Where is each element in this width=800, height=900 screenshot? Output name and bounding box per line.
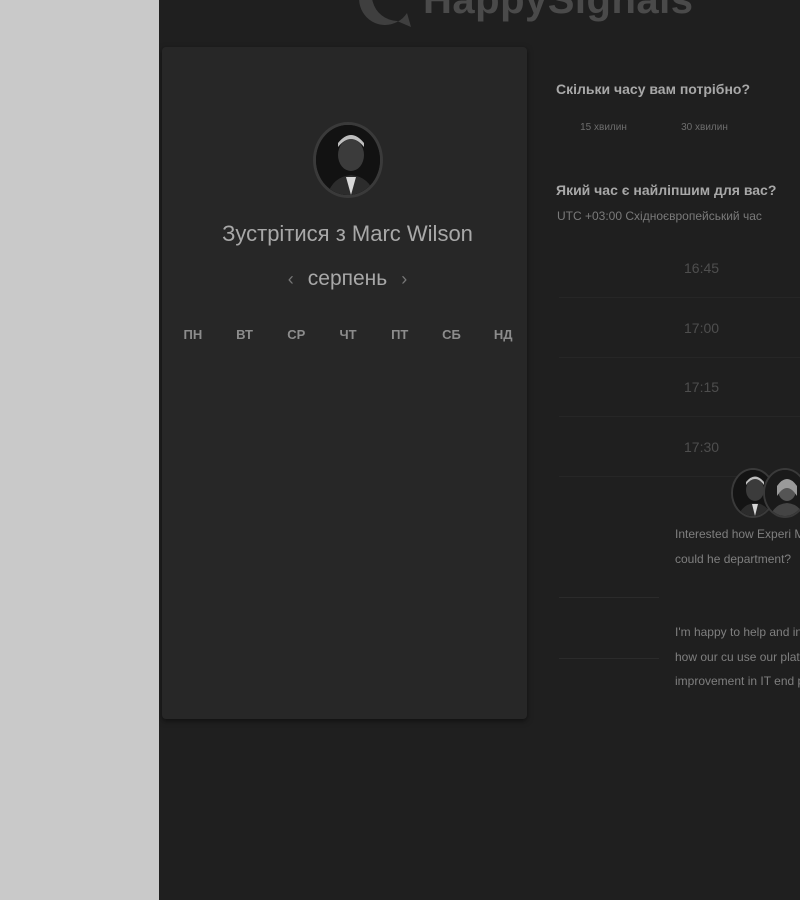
weekday-tue: ВТ <box>236 327 253 342</box>
time-slot-label: 16:45 <box>684 259 720 276</box>
timezone-label[interactable]: UTC +03:00 Східноєвропейський час <box>557 209 762 223</box>
weekday-sun: НД <box>493 327 513 342</box>
scheduler-card: Зустрітися з Marc Wilson ‹ серпень › ПН … <box>162 47 527 719</box>
prev-month-icon[interactable]: ‹ <box>288 269 294 290</box>
duration-options: 15 хвилин 30 хвилин 1 г <box>553 122 800 133</box>
time-slot[interactable]: 17:00 <box>559 298 800 358</box>
weekday-sat: СБ <box>442 327 461 342</box>
chat-avatars <box>731 468 800 518</box>
happysignals-logo-icon <box>355 0 413 29</box>
weekday-wed: СР <box>287 327 306 342</box>
month-navigator: ‹ серпень › <box>162 267 533 291</box>
duration-30-button[interactable]: 30 хвилин <box>654 122 755 133</box>
weekday-header: ПН ВТ СР ЧТ ПТ СБ НД <box>167 327 529 342</box>
chat-avatar <box>763 468 800 518</box>
chat-message: Interested how Experi Management could h… <box>675 527 800 566</box>
time-slot-label: 17:30 <box>684 438 720 455</box>
weekday-mon: ПН <box>183 327 203 342</box>
divider <box>559 597 659 598</box>
booking-app: HappySignals Зустрітися з Marc Wilson ‹ … <box>159 0 800 900</box>
time-slot[interactable]: 16:45 <box>559 238 800 298</box>
meet-title: Зустрітися з Marc Wilson <box>222 221 473 246</box>
time-slot[interactable]: 17:15 <box>559 357 800 417</box>
month-label: серпень <box>307 267 388 290</box>
weekday-thu: ЧТ <box>339 327 357 342</box>
divider <box>559 658 659 659</box>
weekday-fri: ПТ <box>391 327 409 342</box>
left-gray-area <box>0 0 159 900</box>
time-slot-label: 17:00 <box>684 319 720 336</box>
duration-60-button[interactable]: 1 г <box>755 122 800 133</box>
chat-message: I'm happy to help and insight into how o… <box>675 625 800 688</box>
duration-15-button[interactable]: 15 хвилин <box>553 122 654 133</box>
time-slot-label: 17:15 <box>684 378 720 395</box>
next-month-icon[interactable]: › <box>401 269 407 290</box>
host-avatar <box>313 122 383 198</box>
duration-question: Скільки часу вам потрібно? <box>556 81 751 97</box>
time-question: Який час є найліпшим для вас? <box>556 182 777 198</box>
booking-panel: Скільки часу вам потрібно? 15 хвилин 30 … <box>553 0 800 900</box>
